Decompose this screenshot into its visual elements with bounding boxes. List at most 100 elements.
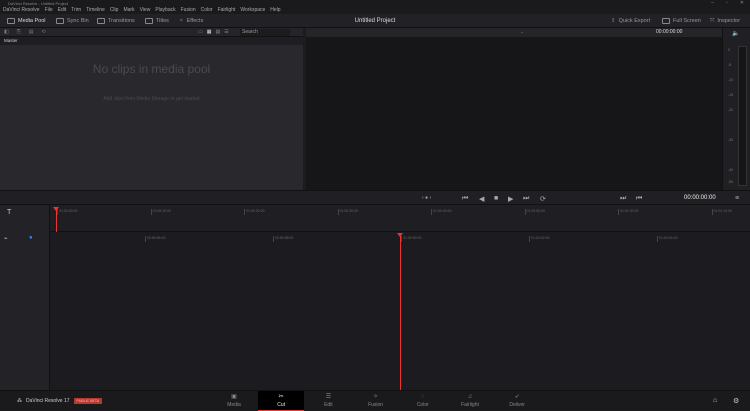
menu-item[interactable]: Fusion xyxy=(181,7,196,14)
import-icon[interactable]: ⎘ xyxy=(17,29,21,35)
effects-label: Effects xyxy=(186,18,204,24)
search-input[interactable]: Search xyxy=(240,29,290,36)
title-tool-icon[interactable]: T xyxy=(7,209,11,216)
full-screen-label: Full Screen xyxy=(673,18,701,24)
effects-button[interactable]: ✧ Effects xyxy=(179,14,203,28)
ruler-label: 01:00:00:00 xyxy=(57,209,78,215)
loop-button[interactable]: ⟳ xyxy=(540,195,546,203)
deliver-page-icon: ➶ xyxy=(514,394,520,400)
panel-toggle-icon[interactable]: ◧ xyxy=(4,29,9,35)
menu-item[interactable]: Timeline xyxy=(86,7,105,14)
ruler-label: 01:00:04:00 xyxy=(657,236,678,242)
inspector-icon: ⤧ xyxy=(710,18,715,24)
mark-in-button[interactable]: ⏭ xyxy=(620,195,626,203)
thumbnail-view-icon[interactable]: ▭ xyxy=(198,29,203,35)
meter-label: 0 xyxy=(728,48,730,52)
cut-page-icon: ✂ xyxy=(278,394,284,400)
transitions-icon xyxy=(97,18,105,24)
list-view-icon[interactable]: ☰ xyxy=(224,29,228,35)
page-tab-edit[interactable]: ☰ Edit xyxy=(305,391,351,411)
page-bar: ⁂ DaVinci Resolve 17 PUBLIC BETA ▣ Media ✂ Cu… xyxy=(0,390,750,411)
bin-icon[interactable]: ▤ xyxy=(29,29,34,35)
menu-item[interactable]: Help xyxy=(270,7,280,14)
menu-item[interactable]: Workspace xyxy=(240,7,265,14)
snapping-icon[interactable]: ⌁ xyxy=(4,235,8,242)
maximize-button[interactable]: ▫ xyxy=(726,0,728,6)
play-button[interactable]: ▶ xyxy=(508,195,513,203)
viewer-timecode[interactable]: 00:00:00:00 xyxy=(656,29,686,36)
color-page-icon: ◌ xyxy=(421,394,425,400)
strip-view-icon[interactable]: ▤ xyxy=(215,29,220,35)
window-title: DaVinci Resolve - Untitled Project xyxy=(0,0,750,7)
meter-label: -20 xyxy=(728,108,734,112)
sync-bin-button[interactable]: Sync Bin xyxy=(56,14,89,28)
reverse-button[interactable]: ◀ xyxy=(479,195,484,203)
titles-label: Titles xyxy=(156,18,169,24)
titles-icon xyxy=(145,18,153,24)
audio-track-icon[interactable]: ● xyxy=(29,235,33,241)
settings-gear-icon[interactable]: ⚙ xyxy=(733,397,739,405)
sync-bin-label: Sync Bin xyxy=(67,18,89,24)
go-to-start-button[interactable]: ⏮ xyxy=(462,195,468,203)
page-tab-fairlight[interactable]: ♫ Fairlight xyxy=(447,391,493,411)
options-menu-icon[interactable]: ≡ xyxy=(735,195,739,202)
lower-playhead[interactable] xyxy=(400,234,401,390)
meter-label: -5 xyxy=(728,63,732,67)
menu-item[interactable]: Fairlight xyxy=(218,7,236,14)
menu-item[interactable]: Playback xyxy=(155,7,175,14)
page-tab-label: Media xyxy=(227,402,241,408)
menu-item[interactable]: File xyxy=(45,7,53,14)
ruler-label: 01:00:00:00 xyxy=(401,236,422,242)
menu-item[interactable]: Mark xyxy=(123,7,134,14)
page-tab-cut[interactable]: ✂ Cut xyxy=(258,391,305,411)
jog-control[interactable]: ‹ ● › xyxy=(422,195,431,201)
menu-item[interactable]: View xyxy=(140,7,151,14)
brand: ⁂ DaVinci Resolve 17 PUBLIC BETA xyxy=(17,398,103,404)
mark-out-button[interactable]: ⏮ xyxy=(636,195,642,203)
menu-item[interactable]: Edit xyxy=(58,7,67,14)
stop-button[interactable]: ■ xyxy=(494,195,498,202)
page-tab-label: Fairlight xyxy=(461,402,479,408)
page-tab-media[interactable]: ▣ Media xyxy=(211,391,257,411)
home-icon[interactable]: ⌂ xyxy=(713,397,717,404)
page-tab-label: Deliver xyxy=(509,402,525,408)
transitions-button[interactable]: Transitions xyxy=(97,14,135,28)
sync-bin-icon xyxy=(56,18,64,24)
inspector-button[interactable]: ⤧ Inspector xyxy=(710,14,740,28)
menu-item[interactable]: Color xyxy=(201,7,213,14)
menu-item[interactable]: DaVinci Resolve xyxy=(3,7,40,14)
page-tab-label: Cut xyxy=(277,402,286,408)
go-to-end-button[interactable]: ⏭ xyxy=(523,195,529,203)
grid-view-icon[interactable]: ▦ xyxy=(207,29,212,35)
meter-label: -30 xyxy=(728,138,734,142)
sync-icon[interactable]: ⟲ xyxy=(41,29,45,35)
media-pool-label: Media Pool xyxy=(18,18,46,24)
upper-playhead[interactable] xyxy=(56,209,57,232)
viewer[interactable] xyxy=(306,37,722,190)
toolbar: Media Pool Sync Bin Transitions Titles ✧… xyxy=(0,14,750,28)
speaker-icon[interactable]: 🔈 xyxy=(732,30,739,37)
meter-label: -40 xyxy=(728,168,734,172)
transitions-label: Transitions xyxy=(108,18,135,24)
full-screen-button[interactable]: Full Screen xyxy=(662,14,701,28)
viewer-dropdown-icon[interactable]: ⌄ xyxy=(520,29,524,35)
menu-item[interactable]: Trim xyxy=(71,7,81,14)
titles-button[interactable]: Titles xyxy=(145,14,169,28)
media-pool-button[interactable]: Media Pool xyxy=(7,14,46,28)
beta-badge: PUBLIC BETA xyxy=(73,398,103,404)
page-tab-fusion[interactable]: ✧ Fusion xyxy=(353,391,399,411)
media-pool-toolbar: ◧ ⎘ ▤ ⟲ ▭ ▦ ▤ ☰ Search xyxy=(0,28,303,37)
view-mode-icons: ▭ ▦ ▤ ☰ xyxy=(198,29,229,35)
meter-label: -10 xyxy=(728,78,734,82)
ruler-label: 01:01:00:00 xyxy=(618,209,639,215)
upper-timeline[interactable]: 01:00:00:00 01:00:10:00 01:00:20:00 01:00:3… xyxy=(50,205,750,232)
page-tab-deliver[interactable]: ➶ Deliver xyxy=(494,391,540,411)
ruler-label: 01:00:20:00 xyxy=(244,209,265,215)
quick-export-button[interactable]: ⇪ Quick Export xyxy=(611,14,650,28)
close-button[interactable]: ✕ xyxy=(740,0,744,6)
minimize-button[interactable]: – xyxy=(711,0,714,6)
page-tab-label: Edit xyxy=(324,402,333,408)
page-tab-color[interactable]: ◌ Color xyxy=(400,391,446,411)
media-page-icon: ▣ xyxy=(231,394,237,400)
menu-item[interactable]: Clip xyxy=(110,7,119,14)
